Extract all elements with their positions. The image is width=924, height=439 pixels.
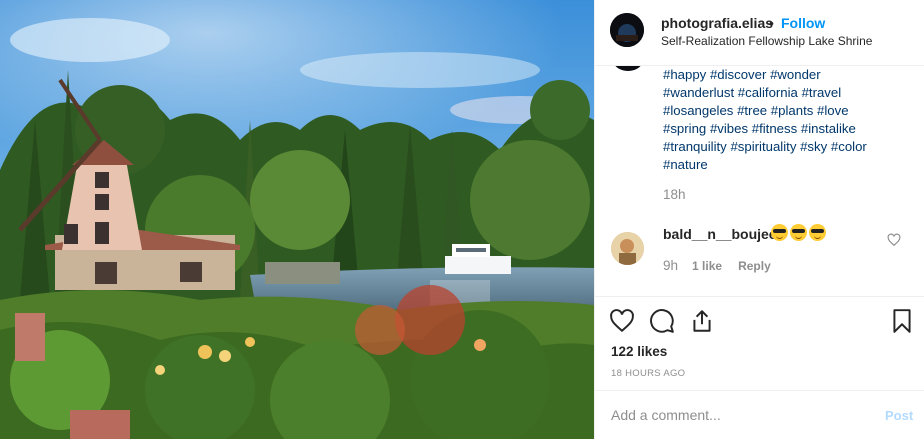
hashtag[interactable]: #wonder	[770, 67, 821, 82]
follow-button[interactable]: Follow	[781, 15, 825, 31]
post-comment-button[interactable]: Post	[885, 408, 913, 423]
author-avatar[interactable]	[610, 13, 644, 47]
hashtag[interactable]: #tree	[737, 103, 767, 118]
comment-meta: 9h 1 like Reply	[663, 258, 771, 273]
hashtag[interactable]: #california	[738, 85, 798, 100]
hashtag[interactable]: #plants	[771, 103, 814, 118]
caption-timestamp[interactable]: 18h	[663, 187, 686, 202]
caption-avatar[interactable]	[613, 66, 643, 71]
add-comment-bar: Post	[595, 390, 924, 439]
post-likes-count[interactable]: 122 likes	[611, 344, 667, 359]
post-location[interactable]: Self-Realization Fellowship Lake Shrine	[661, 34, 872, 48]
bookmark-icon[interactable]	[889, 308, 915, 334]
post-details-panel: photografia.elias • Follow Self-Realizat…	[594, 0, 924, 439]
post-header: photografia.elias • Follow Self-Realizat…	[595, 0, 924, 66]
hashtag[interactable]: #fitness	[752, 121, 797, 136]
post-timestamp[interactable]: 18 HOURS AGO	[611, 368, 685, 379]
hashtag[interactable]: #travel	[802, 85, 842, 100]
hashtag[interactable]: #spirituality	[730, 139, 796, 154]
post-photo[interactable]	[0, 0, 594, 439]
heart-icon[interactable]	[609, 308, 635, 334]
hashtag[interactable]: #tranquility	[663, 139, 727, 154]
comment-text	[771, 224, 826, 241]
commenter-avatar[interactable]	[611, 232, 644, 265]
hashtag[interactable]: #spring	[663, 121, 706, 136]
hashtag[interactable]: #losangeles	[663, 103, 733, 118]
comment-likes[interactable]: 1 like	[692, 259, 722, 273]
hashtag[interactable]: #instalike	[801, 121, 856, 136]
hashtag[interactable]: #vibes	[710, 121, 748, 136]
reply-button[interactable]: Reply	[738, 259, 771, 273]
hashtag[interactable]: #sky	[800, 139, 827, 154]
comment-like-heart-icon[interactable]	[887, 233, 901, 247]
share-icon[interactable]	[689, 308, 715, 334]
author-username[interactable]: photografia.elias	[661, 15, 773, 31]
post-photo-image	[0, 0, 594, 439]
post-actions: 122 likes 18 HOURS AGO	[595, 296, 924, 390]
hashtag[interactable]: #color	[831, 139, 867, 154]
caption-hashtags: #happy #discover #wonder #wanderlust #ca…	[663, 66, 913, 174]
hashtag[interactable]: #wanderlust	[663, 85, 734, 100]
hashtag[interactable]: #happy	[663, 67, 706, 82]
sunglasses-face-icon	[771, 224, 788, 241]
comment-input[interactable]	[611, 405, 851, 425]
hashtag[interactable]: #nature	[663, 157, 708, 172]
commenter-username[interactable]: bald__n__boujee	[663, 226, 777, 242]
sunglasses-face-icon	[790, 224, 807, 241]
comment-timestamp[interactable]: 9h	[663, 258, 678, 273]
comments-section[interactable]: #happy #discover #wonder #wanderlust #ca…	[595, 66, 924, 296]
comment-icon[interactable]	[649, 308, 675, 334]
header-separator: •	[769, 15, 774, 31]
sunglasses-face-icon	[809, 224, 826, 241]
hashtag[interactable]: #discover	[710, 67, 766, 82]
hashtag[interactable]: #love	[817, 103, 849, 118]
